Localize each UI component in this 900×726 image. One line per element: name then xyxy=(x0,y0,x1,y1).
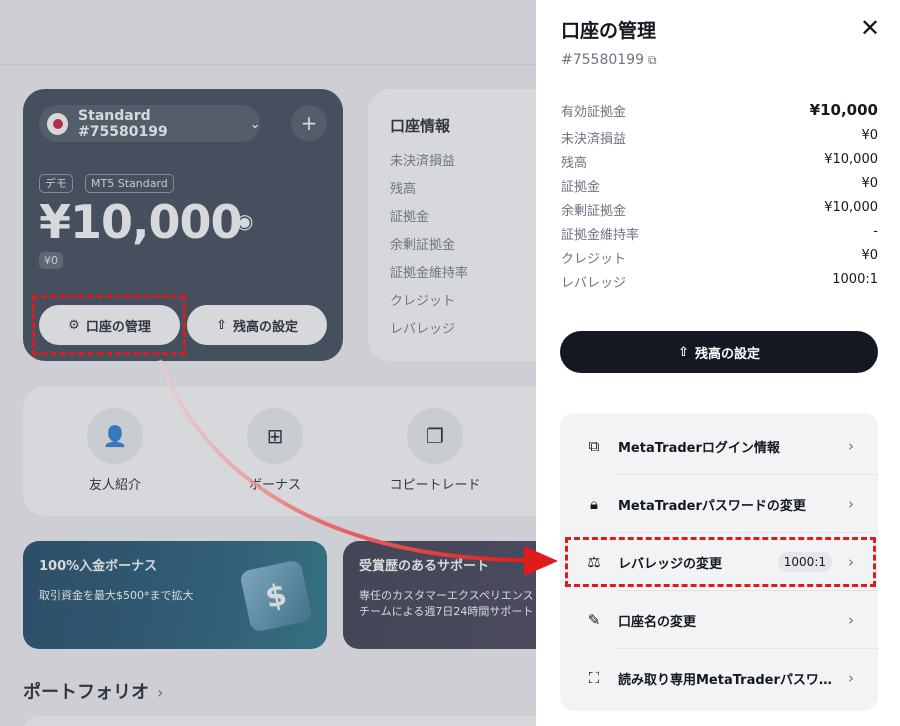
annotation-arrow xyxy=(158,359,558,576)
